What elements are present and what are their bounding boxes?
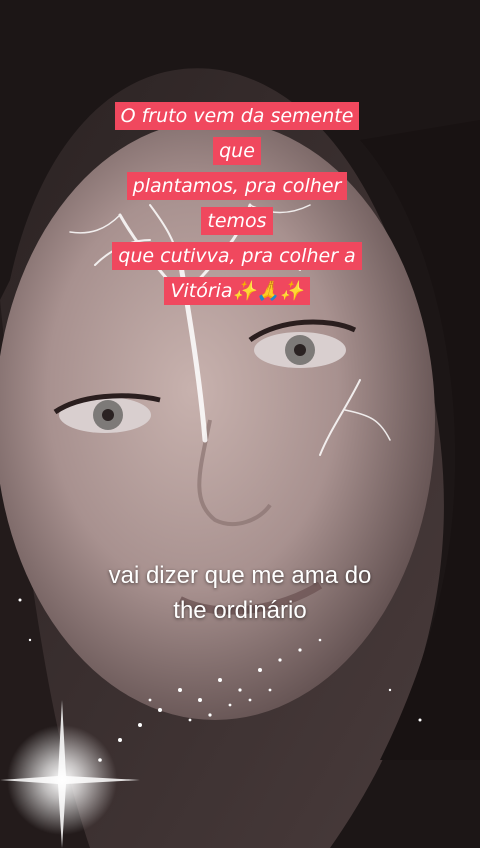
caption-line-1: O fruto vem da semente que — [114, 102, 360, 165]
lyric-line-2: the ordinário — [173, 597, 307, 624]
lyric-line-1: vai dizer que me ama do — [108, 562, 372, 589]
lyric-subtitle: vai dizer que me ama do the ordinário — [40, 558, 440, 628]
caption-line-3: que cutivva, pra colher a — [112, 242, 362, 270]
caption-overlay: O fruto vem da semente que plantamos, pr… — [99, 97, 375, 311]
caption-line-4: Vitória✨🙏✨ — [164, 277, 310, 305]
caption-line-2: plantamos, pra colher temos — [126, 172, 348, 235]
video-frame[interactable]: O fruto vem da semente que plantamos, pr… — [0, 0, 480, 848]
